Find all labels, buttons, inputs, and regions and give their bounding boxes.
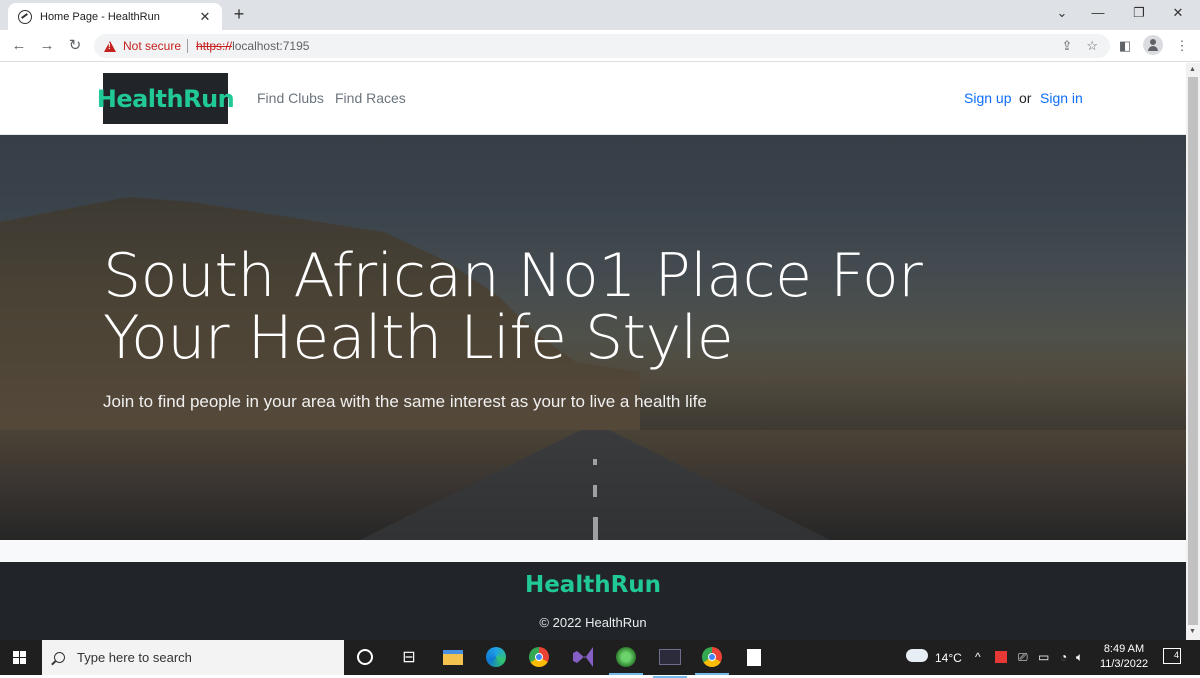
scroll-up-arrow-icon[interactable]: ▲	[1189, 66, 1196, 73]
back-button[interactable]: ←	[9, 36, 29, 56]
search-icon	[54, 652, 65, 663]
menu-icon[interactable]: ⋮	[1173, 38, 1191, 54]
reload-button[interactable]: ↻	[65, 36, 85, 56]
edge-browser-icon[interactable]	[486, 647, 506, 667]
share-icon[interactable]: ⇪	[1061, 38, 1072, 54]
url-scheme: https://	[196, 39, 233, 53]
terminal-icon[interactable]	[653, 649, 687, 678]
or-separator: or	[1019, 90, 1032, 106]
tab-title: Home Page - HealthRun	[40, 10, 160, 23]
browser-tab[interactable]: Home Page - HealthRun ✕	[8, 3, 222, 30]
tab-search-chevron-icon[interactable]: ⌄	[1049, 2, 1075, 24]
clock-time: 8:49 AM	[1103, 643, 1145, 655]
content-spacer	[0, 540, 1186, 562]
browser-toolbar: ← → ↻ Not secure https:// localhost:7195…	[0, 30, 1200, 62]
warning-icon	[104, 40, 116, 52]
new-tab-button[interactable]: +	[229, 4, 249, 25]
hero-banner: South African No1 Place For Your Health …	[0, 135, 1186, 540]
chrome-icon[interactable]	[529, 647, 549, 667]
signin-link[interactable]: Sign in	[1040, 90, 1083, 106]
system-clock[interactable]: 8:49 AM 11/3/2022	[1097, 642, 1151, 672]
footer-brand: HealthRun	[524, 572, 662, 598]
omnibox-actions: ⇪ ☆	[1061, 38, 1098, 54]
bookmark-star-icon[interactable]: ☆	[1086, 38, 1098, 54]
side-panel-icon[interactable]: ◧	[1116, 38, 1134, 54]
windows-start-icon[interactable]	[13, 651, 27, 665]
road-marking	[593, 459, 597, 465]
browser-tab-strip: Home Page - HealthRun ✕ + ⌄ — ❐ ✕	[0, 0, 1200, 30]
visual-studio-icon[interactable]	[573, 647, 593, 667]
file-explorer-icon[interactable]	[443, 650, 463, 665]
wifi-icon[interactable]: ◔	[1060, 650, 1067, 664]
search-placeholder: Type here to search	[77, 650, 192, 665]
notepad-icon[interactable]	[747, 649, 761, 666]
scrollbar-thumb[interactable]	[1188, 77, 1198, 625]
forward-button[interactable]: →	[37, 36, 57, 56]
task-view-icon[interactable]: ⊟	[399, 647, 419, 667]
battery-icon[interactable]: ▭	[1038, 650, 1049, 664]
url-host: localhost:7195	[232, 39, 310, 53]
scroll-down-arrow-icon[interactable]: ▼	[1189, 628, 1196, 635]
nav-find-clubs[interactable]: Find Clubs	[257, 90, 324, 106]
site-navbar: HealthRun Find Clubs Find Races Sign up …	[0, 63, 1186, 135]
nav-find-races[interactable]: Find Races	[335, 90, 406, 106]
cortana-icon[interactable]	[357, 649, 373, 665]
profile-avatar-icon[interactable]	[1143, 35, 1163, 55]
tray-device-icon[interactable]: ⎚	[1018, 650, 1028, 665]
close-window-button[interactable]: ✕	[1165, 2, 1191, 24]
footer-copyright: © 2022 HealthRun	[539, 615, 647, 630]
hero-title: South African No1 Place For Your Health …	[103, 241, 923, 373]
security-indicator[interactable]: Not secure	[123, 39, 181, 53]
road-marking	[593, 517, 598, 540]
tab-close-button[interactable]: ✕	[198, 9, 212, 25]
taskbar-search-input[interactable]: Type here to search	[42, 640, 344, 675]
chrome-active-icon[interactable]	[695, 647, 729, 675]
site-footer: HealthRun © 2022 HealthRun	[0, 562, 1186, 640]
omnibox-divider	[187, 39, 189, 53]
app-green-icon[interactable]	[609, 647, 643, 675]
road-marking	[593, 485, 597, 497]
brand-logo[interactable]: HealthRun	[97, 73, 235, 124]
page-viewport: HealthRun Find Clubs Find Races Sign up …	[0, 63, 1186, 640]
clock-date: 11/3/2022	[1099, 658, 1149, 670]
globe-icon	[18, 9, 32, 24]
weather-temperature[interactable]: 14°C	[935, 651, 962, 665]
tray-app-icon[interactable]	[995, 651, 1007, 663]
windows-taskbar: Type here to search ⊟ 14°C ^ ⎚ ▭ ◔ 🔈︎ 8:…	[0, 640, 1200, 678]
notification-count: 4	[1173, 650, 1179, 660]
tray-chevron-icon[interactable]: ^	[975, 650, 981, 664]
signup-link[interactable]: Sign up	[964, 90, 1011, 106]
notification-center-icon[interactable]: 4	[1163, 648, 1181, 664]
address-bar[interactable]: Not secure https:// localhost:7195 ⇪ ☆	[94, 34, 1110, 58]
hero-subtitle: Join to find people in your area with th…	[103, 392, 707, 411]
volume-icon[interactable]: 🔈︎	[1076, 650, 1083, 665]
weather-cloud-icon[interactable]	[906, 649, 928, 662]
page-scrollbar[interactable]: ▲ ▼	[1186, 63, 1200, 640]
minimize-button[interactable]: —	[1085, 2, 1111, 24]
restore-button[interactable]: ❐	[1126, 2, 1152, 24]
